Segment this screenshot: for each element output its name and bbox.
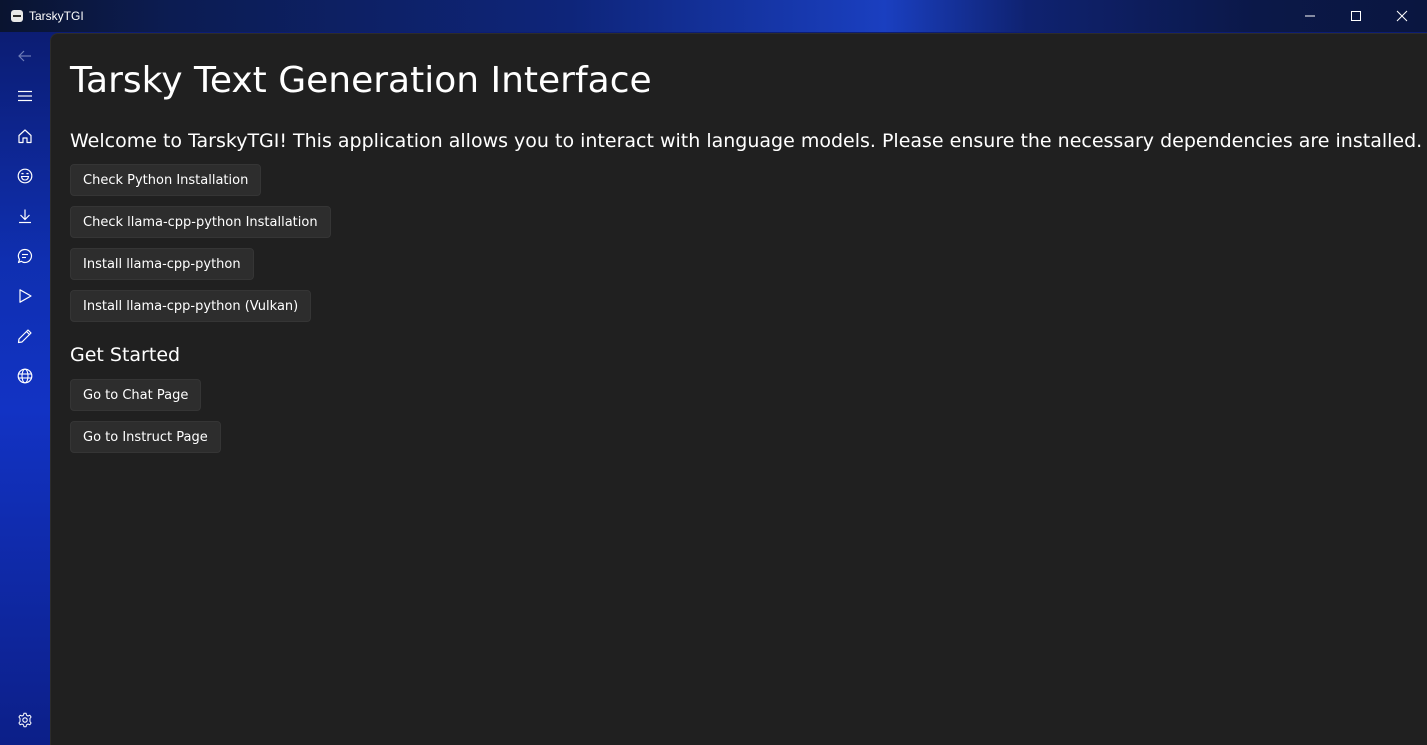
emoji-icon	[17, 168, 33, 184]
get-started-heading: Get Started	[70, 344, 181, 366]
back-arrow-icon	[18, 50, 31, 62]
nav-back-button[interactable]	[5, 38, 45, 74]
hamburger-menu-icon	[18, 90, 32, 102]
page-title: Tarsky Text Generation Interface	[70, 60, 652, 101]
close-icon	[1396, 10, 1408, 22]
download-icon	[19, 209, 31, 224]
globe-icon	[17, 368, 33, 384]
nav-web-button[interactable]	[5, 358, 45, 394]
title-bar[interactable]: TarskyTGI	[0, 0, 1427, 32]
maximize-button[interactable]	[1333, 0, 1379, 32]
nav-menu-button[interactable]	[5, 78, 45, 114]
gear-icon	[18, 712, 32, 728]
nav-chat-button[interactable]	[5, 238, 45, 274]
nav-settings-button[interactable]	[5, 702, 45, 738]
app-window: TarskyTGI Tarsky Text Generation Interfa…	[0, 0, 1427, 745]
go-to-chat-button[interactable]: Go to Chat Page	[70, 379, 202, 411]
welcome-message: Welcome to TarskyTGI! This application a…	[70, 130, 1423, 152]
install-llama-cpp-python-vulkan-button[interactable]: Install llama-cpp-python (Vulkan)	[70, 290, 312, 322]
go-to-instruct-button[interactable]: Go to Instruct Page	[70, 421, 221, 453]
nav-instruct-button[interactable]	[5, 278, 45, 314]
home-icon	[18, 129, 32, 144]
nav-home-button[interactable]	[5, 118, 45, 154]
navigation-rail	[0, 32, 50, 745]
nav-edit-button[interactable]	[5, 318, 45, 354]
window-title: TarskyTGI	[29, 9, 84, 23]
maximize-icon	[1351, 11, 1361, 21]
check-python-button[interactable]: Check Python Installation	[70, 164, 262, 196]
chat-bubble-icon	[17, 248, 33, 264]
minimize-button[interactable]	[1287, 0, 1333, 32]
play-icon	[19, 289, 32, 303]
minimize-icon	[1305, 15, 1315, 17]
check-llama-cpp-python-button[interactable]: Check llama-cpp-python Installation	[70, 206, 331, 238]
main-content: Tarsky Text Generation Interface Welcome…	[50, 33, 1427, 745]
install-llama-cpp-python-button[interactable]: Install llama-cpp-python	[70, 248, 254, 280]
nav-models-button[interactable]	[5, 158, 45, 194]
pencil-icon	[17, 329, 32, 344]
close-button[interactable]	[1379, 0, 1425, 32]
nav-download-button[interactable]	[5, 198, 45, 234]
app-icon	[11, 10, 23, 22]
